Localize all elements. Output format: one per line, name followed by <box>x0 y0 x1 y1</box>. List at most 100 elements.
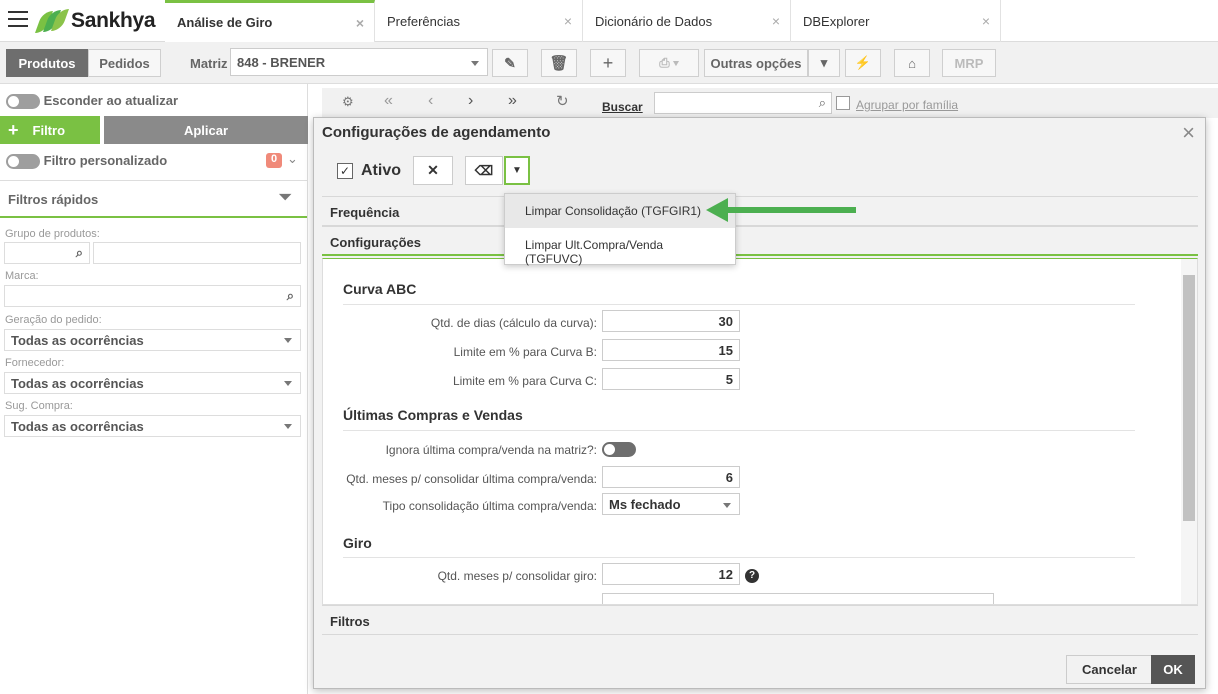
qtd-meses-input[interactable]: 6 <box>602 466 740 488</box>
mrp-button[interactable]: MRP <box>942 49 996 77</box>
fornecedor-select[interactable]: Todas as ocorrências <box>4 372 301 394</box>
add-filter-button[interactable]: + Filtro <box>0 116 100 144</box>
aplicar-button[interactable]: Aplicar <box>104 116 308 144</box>
buscar-input[interactable]: ⌕ <box>654 92 832 114</box>
marca-label: Marca: <box>5 270 39 282</box>
broom-icon[interactable]: ⌫ <box>465 156 503 185</box>
ok-button[interactable]: OK <box>1151 655 1195 684</box>
chevron-down-icon[interactable]: ▾ <box>808 49 840 77</box>
filter-icon[interactable]: ⏷ <box>278 187 292 208</box>
tab-label: Análise de Giro <box>177 15 273 30</box>
gear-icon[interactable]: ⚙ <box>342 94 354 110</box>
robot-icon[interactable]: ⌂ <box>894 49 930 77</box>
sug-compra-value: Todas as ocorrências <box>11 419 144 434</box>
close-icon[interactable]: × <box>1182 120 1195 146</box>
chevron-down-icon <box>284 424 292 429</box>
grupo-code-input[interactable]: ⌕ <box>4 242 90 264</box>
chevron-down-icon <box>284 338 292 343</box>
menu-icon[interactable] <box>8 11 28 29</box>
geracao-select[interactable]: Todas as ocorrências <box>4 329 301 351</box>
configuracoes-panel: Curva ABC Qtd. de dias (cálculo da curva… <box>322 258 1198 605</box>
buscar-label[interactable]: Buscar <box>602 100 643 114</box>
brand-name: Sankhya <box>71 9 156 32</box>
tab-label: DBExplorer <box>803 13 870 29</box>
agrupar-label[interactable]: Agrupar por família <box>856 98 958 112</box>
edit-icon[interactable]: ✎ <box>492 49 528 77</box>
next-page-icon[interactable]: › <box>468 92 473 110</box>
divider <box>343 557 1135 558</box>
refresh-icon[interactable]: ↻ <box>556 92 569 110</box>
help-icon[interactable]: ? <box>745 569 759 583</box>
tab-label: Preferências <box>387 13 460 29</box>
filtros-rapidos-label: Filtros rápidos <box>8 192 99 207</box>
ativo-checkbox[interactable]: ✓ <box>337 163 353 179</box>
close-icon[interactable]: × <box>772 13 780 29</box>
scrollbar[interactable] <box>1181 259 1197 604</box>
esconder-toggle[interactable] <box>6 94 40 110</box>
scrollbar-thumb[interactable] <box>1183 275 1195 521</box>
cancel-button[interactable]: Cancelar <box>1066 655 1153 684</box>
qtd-dias-input[interactable]: 30 <box>602 310 740 332</box>
clean-options-menu: Limpar Consolidação (TGFGIR1) Limpar Ult… <box>504 193 736 266</box>
first-page-icon[interactable]: « <box>384 92 393 110</box>
limite-b-input[interactable]: 15 <box>602 339 740 361</box>
close-icon[interactable]: × <box>564 13 572 29</box>
chevron-down-icon <box>471 61 479 66</box>
marca-input[interactable]: ⌕ <box>4 285 301 307</box>
ignora-toggle[interactable] <box>602 442 636 457</box>
tab-preferencias[interactable]: Preferências × <box>375 0 583 42</box>
last-page-icon[interactable]: » <box>508 92 517 110</box>
esconder-toggle-row[interactable]: Esconder ao atualizar <box>6 93 179 110</box>
pedidos-button[interactable]: Pedidos <box>88 49 161 77</box>
matriz-select[interactable]: 848 - BRENER <box>230 48 488 76</box>
geracao-value: Todas as ocorrências <box>11 333 144 348</box>
outras-opcoes-button[interactable]: Outras opções <box>704 49 808 77</box>
trash-icon[interactable]: 🗑 <box>541 49 577 77</box>
configuracoes-section[interactable]: Configurações <box>322 226 1198 256</box>
chevron-down-icon[interactable]: ▼ <box>504 156 530 185</box>
filtro-personalizado-toggle[interactable] <box>6 154 40 170</box>
fornecedor-value: Todas as ocorrências <box>11 376 144 391</box>
ativo-label: Ativo <box>361 162 401 179</box>
tab-dicionario-de-dados[interactable]: Dicionário de Dados × <box>583 0 791 42</box>
filtros-section[interactable]: Filtros <box>322 605 1198 635</box>
tipo-select[interactable]: Ms fechado <box>602 493 740 515</box>
search-icon[interactable]: ⌕ <box>287 288 294 304</box>
close-icon[interactable]: × <box>356 15 364 31</box>
sankhya-logo: Sankhya <box>34 8 156 34</box>
annotation-arrow <box>722 207 856 213</box>
menu-item-limpar-ult-compra[interactable]: Limpar Ult.Compra/Venda (TGFUVC) <box>505 228 735 266</box>
agendamento-dialog: Configurações de agendamento × ✓ Ativo ✕… <box>313 117 1206 689</box>
esconder-label: Esconder ao atualizar <box>43 93 179 108</box>
qtd-dias-label: Qtd. de dias (cálculo da curva): <box>430 316 597 330</box>
geracao-label: Geração do pedido: <box>5 314 102 326</box>
menu-item-limpar-consolidacao[interactable]: Limpar Consolidação (TGFGIR1) <box>505 194 735 228</box>
sug-compra-label: Sug. Compra: <box>5 400 73 412</box>
extra-field[interactable] <box>602 593 994 604</box>
search-icon[interactable]: ⌕ <box>819 95 826 111</box>
print-icon[interactable]: ⎙ ▾ <box>639 49 699 77</box>
tab-analise-de-giro[interactable]: Análise de Giro × <box>165 0 375 42</box>
search-icon[interactable]: ⌕ <box>76 245 83 261</box>
tab-dbexplorer[interactable]: DBExplorer × <box>791 0 1001 42</box>
sug-compra-select[interactable]: Todas as ocorrências <box>4 415 301 437</box>
ultimas-title: Últimas Compras e Vendas <box>343 407 523 423</box>
qtd-giro-input[interactable]: 12 <box>602 563 740 585</box>
close-icon[interactable]: × <box>982 13 990 29</box>
filtro-personalizado-row[interactable]: Filtro personalizado <box>6 153 167 170</box>
remove-button[interactable]: ✕ <box>413 156 453 185</box>
limite-b-label: Limite em % para Curva B: <box>453 345 597 359</box>
produtos-button[interactable]: Produtos <box>6 49 88 77</box>
annotation-arrow-head <box>706 198 728 222</box>
prev-page-icon[interactable]: ‹ <box>428 92 433 110</box>
tab-label: Dicionário de Dados <box>595 13 713 29</box>
add-icon[interactable]: + <box>590 49 626 77</box>
main-toolbar: Produtos Pedidos Matriz ✎ 🗑 + ⎙ ▾ Outras… <box>0 42 1218 84</box>
agrupar-checkbox[interactable] <box>836 96 850 110</box>
limite-c-input[interactable]: 5 <box>602 368 740 390</box>
lightning-icon[interactable]: ⚡ <box>845 49 881 77</box>
chevron-down-icon[interactable]: ⌄ <box>287 151 298 167</box>
ignora-label: Ignora última compra/venda na matriz?: <box>385 443 597 457</box>
filtro-label: Filtro <box>32 122 66 138</box>
grupo-name-input[interactable] <box>93 242 301 264</box>
